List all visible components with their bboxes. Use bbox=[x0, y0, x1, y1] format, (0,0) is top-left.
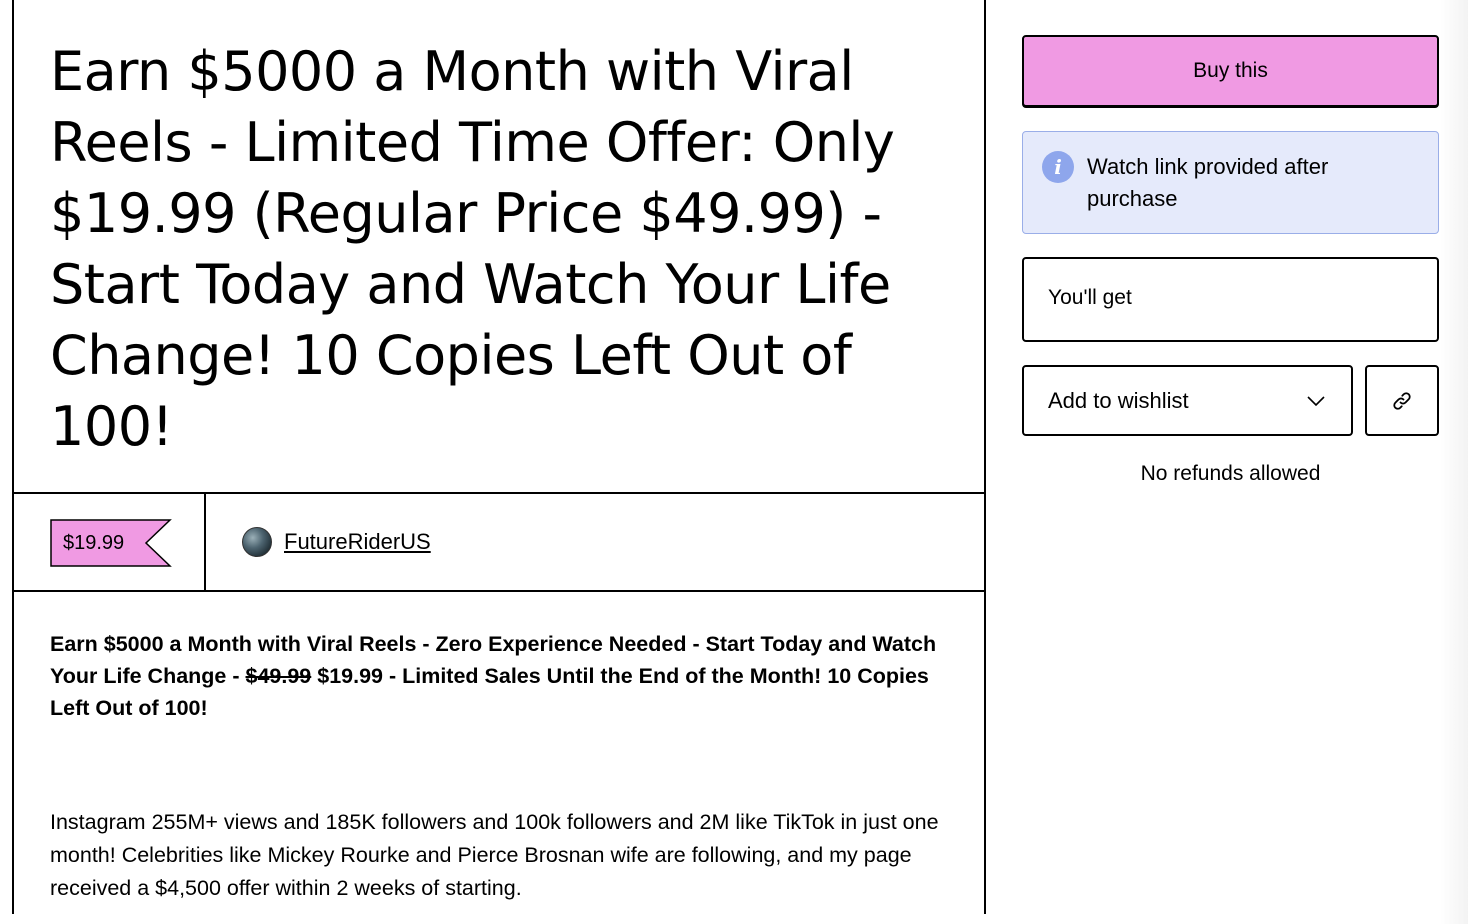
purchase-sidebar: Buy this i Watch link provided after pur… bbox=[1022, 0, 1439, 924]
product-meta-row: $19.99 FutureRiderUS bbox=[14, 494, 984, 592]
price-cell: $19.99 bbox=[14, 494, 206, 590]
info-notice: i Watch link provided after purchase bbox=[1022, 131, 1439, 234]
price-tag: $19.99 bbox=[50, 519, 172, 567]
product-title: Earn $5000 a Month with Viral Reels - Li… bbox=[50, 40, 895, 458]
description-headline: Earn $5000 a Month with Viral Reels - Ze… bbox=[50, 628, 960, 724]
add-to-wishlist-dropdown[interactable]: Add to wishlist bbox=[1022, 365, 1353, 436]
link-icon[interactable] bbox=[1390, 389, 1414, 413]
product-page: Earn $5000 a Month with Viral Reels - Li… bbox=[0, 0, 1468, 924]
product-description: Earn $5000 a Month with Viral Reels - Ze… bbox=[50, 628, 960, 900]
title-section: Earn $5000 a Month with Viral Reels - Li… bbox=[14, 0, 984, 494]
product-main-panel: Earn $5000 a Month with Viral Reels - Li… bbox=[12, 0, 986, 914]
info-icon: i bbox=[1042, 151, 1074, 183]
old-price: $49.99 bbox=[245, 664, 312, 688]
copy-link-button[interactable] bbox=[1365, 365, 1439, 436]
youll-get-section: You'll get bbox=[1022, 257, 1439, 342]
refund-policy-note: No refunds allowed bbox=[1140, 462, 1321, 485]
buy-button[interactable]: Buy this bbox=[1022, 35, 1439, 107]
price-label: $19.99 bbox=[63, 532, 125, 554]
scroll-edge bbox=[1440, 0, 1468, 924]
seller-name[interactable]: FutureRiderUS bbox=[284, 529, 431, 555]
info-text: Watch link provided after purchase bbox=[1087, 154, 1329, 211]
avatar[interactable] bbox=[242, 527, 272, 557]
chevron-down-icon[interactable] bbox=[1305, 390, 1327, 412]
description-body: Instagram 255M+ views and 185K followers… bbox=[50, 810, 939, 900]
youll-get-label: You'll get bbox=[1048, 286, 1132, 309]
seller-link[interactable]: FutureRiderUS bbox=[242, 526, 431, 558]
wishlist-label[interactable]: Add to wishlist bbox=[1048, 388, 1189, 414]
